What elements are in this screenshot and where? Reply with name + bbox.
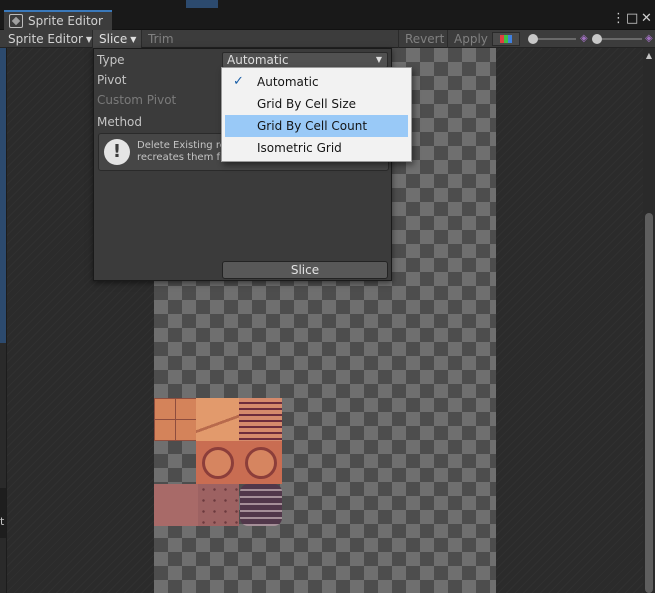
toolbar: Sprite Editor ▼ Slice ▼ Trim Revert Appl… bbox=[0, 30, 655, 48]
sprite-tile-dotted[interactable] bbox=[198, 484, 239, 526]
mip-large-icon: ◈ bbox=[645, 33, 653, 44]
slice-dropdown[interactable]: Slice ▼ bbox=[92, 30, 143, 48]
type-dropdown[interactable]: Automatic ▼ bbox=[222, 52, 388, 68]
sprite-tile-grid[interactable] bbox=[154, 398, 196, 441]
title-bar: Sprite Editor ⋮ □ ✕ bbox=[0, 8, 655, 30]
sprite-tile-diagonal[interactable] bbox=[196, 398, 239, 441]
sprite-tile-plain[interactable] bbox=[154, 484, 198, 526]
chevron-down-icon: ▼ bbox=[130, 34, 137, 44]
apply-button[interactable]: Apply bbox=[447, 30, 494, 48]
tab-title: Sprite Editor bbox=[28, 14, 103, 28]
menu-item-grid-by-cell-size[interactable]: Grid By Cell Size bbox=[225, 93, 408, 115]
type-dropdown-menu: ✓ Automatic Grid By Cell Size Grid By Ce… bbox=[221, 67, 412, 162]
zoom-slider-thumb[interactable] bbox=[528, 34, 538, 44]
sprite-editor-icon bbox=[9, 14, 23, 28]
revert-button[interactable]: Revert bbox=[398, 30, 450, 48]
chevron-down-icon: ▼ bbox=[375, 55, 382, 64]
menu-item-label: Isometric Grid bbox=[257, 141, 342, 155]
slice-dropdown-label: Slice bbox=[99, 32, 128, 46]
zoom-slider[interactable] bbox=[532, 38, 576, 40]
trim-button[interactable]: Trim bbox=[141, 30, 180, 48]
custom-pivot-label: Custom Pivot bbox=[97, 93, 177, 107]
menu-item-isometric-grid[interactable]: Isometric Grid bbox=[225, 137, 408, 159]
tab-sprite-editor[interactable]: Sprite Editor bbox=[4, 10, 112, 30]
sprite-tile-stack[interactable] bbox=[240, 484, 282, 526]
method-label: Method bbox=[97, 115, 143, 129]
vertical-scrollbar[interactable]: ▲ bbox=[643, 48, 655, 593]
sprite-tile-round-right[interactable] bbox=[239, 441, 282, 484]
sprite-tile-brick[interactable] bbox=[239, 398, 282, 441]
slice-button[interactable]: Slice bbox=[222, 261, 388, 279]
menu-item-grid-by-cell-count[interactable]: Grid By Cell Count bbox=[225, 115, 408, 137]
pivot-label: Pivot bbox=[97, 73, 127, 87]
editor-mode-label: Sprite Editor bbox=[8, 32, 83, 46]
close-icon[interactable]: ✕ bbox=[641, 11, 652, 27]
left-dock-glyph: t bbox=[0, 515, 5, 528]
top-strip bbox=[0, 0, 655, 8]
sprite-tile-round-left[interactable] bbox=[196, 441, 239, 484]
warning-icon: ! bbox=[104, 139, 130, 165]
mip-small-icon: ◈ bbox=[580, 33, 588, 44]
left-dock-highlight bbox=[0, 48, 6, 343]
help-line-1: Delete Existing rem bbox=[137, 140, 227, 151]
scroll-up-icon[interactable]: ▲ bbox=[644, 51, 654, 60]
mip-slider[interactable] bbox=[596, 38, 642, 40]
editor-mode-dropdown[interactable]: Sprite Editor ▼ bbox=[4, 30, 96, 48]
help-text: Delete Existing rem recreates them fro bbox=[137, 140, 227, 164]
more-options-icon[interactable]: ⋮ bbox=[612, 11, 625, 27]
mip-slider-thumb[interactable] bbox=[592, 34, 602, 44]
checkmark-icon: ✓ bbox=[233, 74, 244, 89]
help-line-2: recreates them fro bbox=[137, 152, 227, 163]
rgb-channels-icon[interactable] bbox=[492, 32, 520, 46]
maximize-icon[interactable]: □ bbox=[626, 11, 638, 27]
type-dropdown-value: Automatic bbox=[227, 53, 289, 67]
menu-item-label: Grid By Cell Count bbox=[257, 119, 368, 133]
menu-item-label: Automatic bbox=[257, 75, 319, 89]
scrollbar-thumb[interactable] bbox=[645, 213, 653, 593]
top-strip-marker bbox=[186, 0, 218, 8]
left-dock-panel bbox=[0, 488, 6, 538]
type-label: Type bbox=[97, 53, 125, 67]
menu-item-automatic[interactable]: ✓ Automatic bbox=[225, 71, 408, 93]
menu-item-label: Grid By Cell Size bbox=[257, 97, 357, 111]
left-dock-edge: t bbox=[0, 48, 7, 593]
